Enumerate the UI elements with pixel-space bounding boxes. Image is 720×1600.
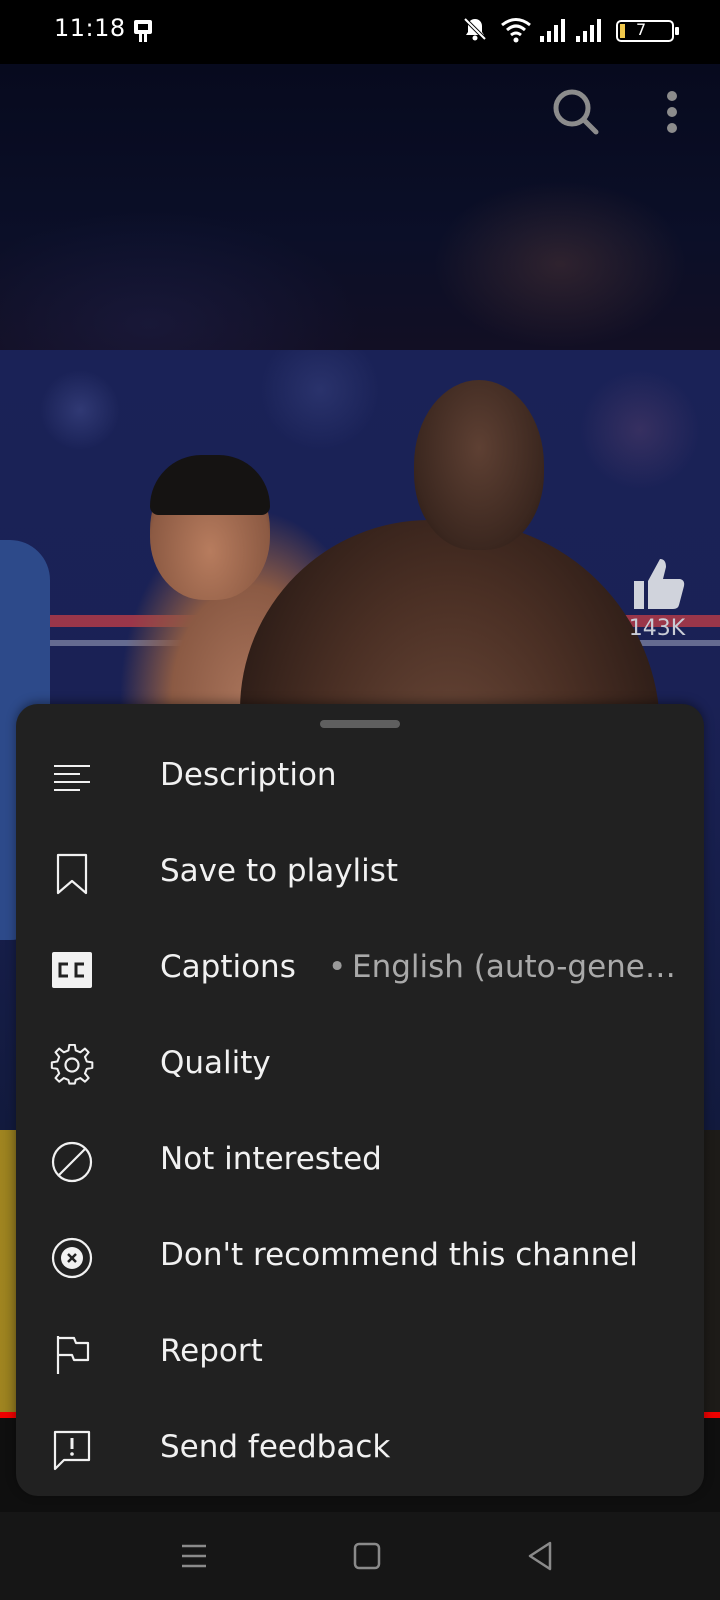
captions-separator: • bbox=[328, 949, 347, 985]
menu-icon[interactable] bbox=[172, 1534, 216, 1578]
menu-item-label: Quality bbox=[160, 1045, 271, 1081]
more-options-icon[interactable] bbox=[642, 82, 702, 142]
more-actions-sheet: Description Save to playlist Captions • … bbox=[16, 704, 704, 1496]
menu-item-label: Captions bbox=[160, 949, 296, 985]
back-icon[interactable] bbox=[518, 1534, 562, 1578]
menu-item-label: Report bbox=[160, 1333, 263, 1369]
like-count: 143K bbox=[628, 616, 686, 641]
youtube-screen: 11:18 7 143K Description Save to playlis… bbox=[0, 0, 720, 1600]
mute-icon bbox=[463, 17, 487, 41]
feedback-icon bbox=[53, 1430, 91, 1471]
gear-icon bbox=[50, 1044, 94, 1085]
sim-notification-icon bbox=[134, 20, 152, 42]
menu-item-label: Description bbox=[160, 757, 337, 793]
menu-item-label: Don't recommend this channel bbox=[160, 1237, 638, 1273]
menu-item-save-to-playlist[interactable]: Save to playlist bbox=[16, 826, 704, 922]
cc-icon bbox=[52, 952, 92, 988]
player-header bbox=[0, 64, 720, 350]
menu-item-dont-recommend-channel[interactable]: Don't recommend this channel bbox=[16, 1210, 704, 1306]
menu-item-label: Send feedback bbox=[160, 1429, 391, 1465]
block-icon bbox=[51, 1141, 93, 1183]
menu-item-quality[interactable]: Quality bbox=[16, 1018, 704, 1114]
bookmark-icon bbox=[56, 853, 88, 895]
menu-item-captions[interactable]: Captions • English (auto-genera… bbox=[16, 922, 704, 1018]
menu-item-report[interactable]: Report bbox=[16, 1306, 704, 1402]
status-time: 11:18 bbox=[54, 14, 126, 42]
home-icon[interactable] bbox=[345, 1534, 389, 1578]
video-fighter-right-head bbox=[414, 380, 544, 550]
signal-icon bbox=[540, 19, 565, 42]
sheet-drag-handle[interactable] bbox=[320, 720, 400, 728]
signal-icon bbox=[576, 19, 601, 42]
captions-current-value: English (auto-genera… bbox=[352, 949, 682, 985]
wifi-icon bbox=[501, 18, 531, 43]
menu-item-not-interested[interactable]: Not interested bbox=[16, 1114, 704, 1210]
description-icon bbox=[54, 765, 90, 791]
menu-item-description[interactable]: Description bbox=[16, 730, 704, 826]
like-icon[interactable] bbox=[628, 555, 688, 615]
battery-icon: 7 bbox=[616, 20, 680, 42]
status-bar: 11:18 7 bbox=[0, 0, 720, 64]
system-navigation-bar bbox=[0, 1512, 720, 1600]
close-circle-icon bbox=[51, 1237, 93, 1279]
menu-item-send-feedback[interactable]: Send feedback bbox=[16, 1402, 704, 1498]
menu-item-label: Not interested bbox=[160, 1141, 382, 1177]
menu-item-label: Save to playlist bbox=[160, 853, 399, 889]
flag-icon bbox=[56, 1336, 90, 1374]
battery-level: 7 bbox=[636, 20, 647, 39]
search-icon[interactable] bbox=[546, 82, 606, 142]
